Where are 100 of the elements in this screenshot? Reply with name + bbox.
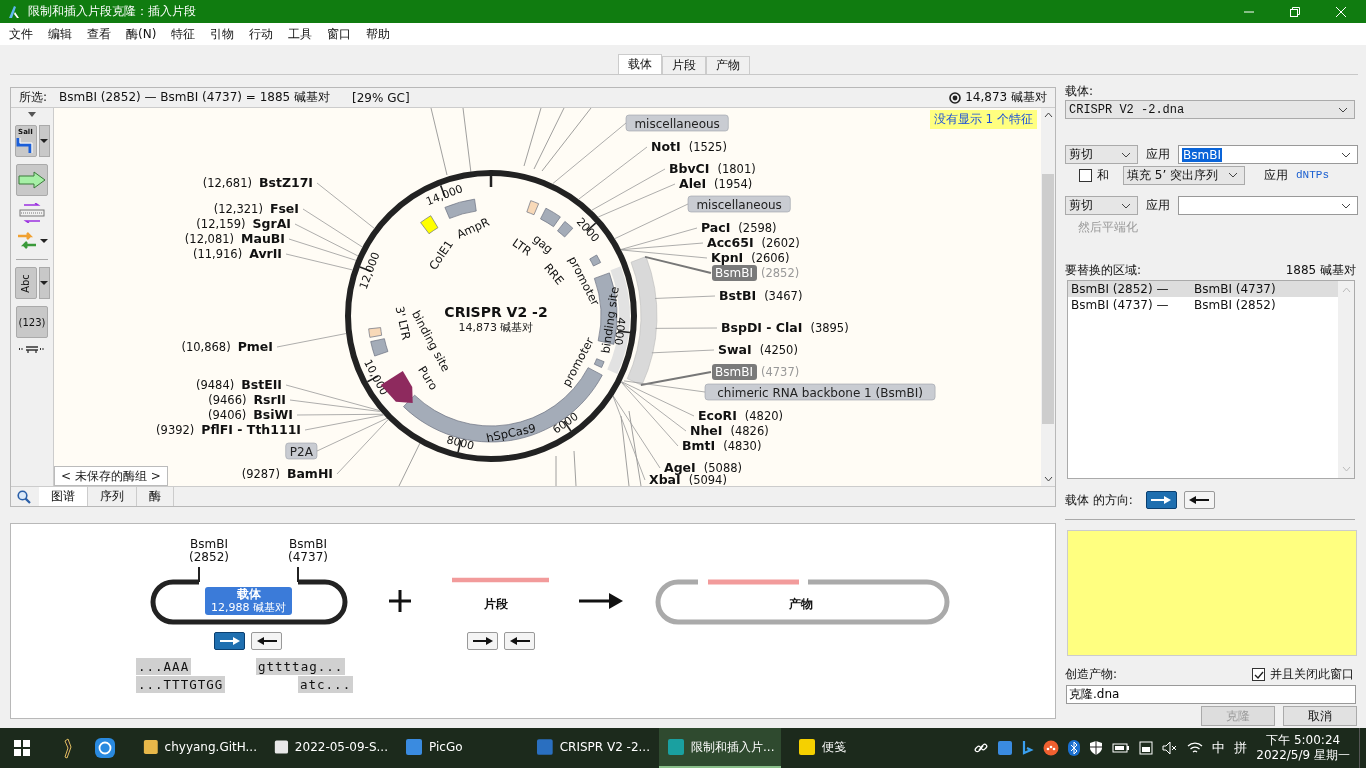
enzyme-label[interactable]: (12,159) SgrAI [196,216,291,231]
menu-item[interactable]: 行动 [249,25,274,43]
feature-label[interactable]: miscellaneous [687,195,791,213]
ime-mode[interactable]: 拼 [1234,739,1248,757]
enzyme-label[interactable]: BmtI (4830) [682,438,762,453]
close-icon[interactable] [1336,6,1346,17]
swap-strands-icon[interactable] [18,203,46,223]
tab[interactable]: 载体 [618,54,662,74]
action-dropdown[interactable]: 剪切 [1065,145,1138,164]
action-dropdown[interactable]: 剪切 [1065,196,1138,215]
dots-circle-icon[interactable] [1043,740,1060,756]
direction-button[interactable] [467,632,498,650]
enzyme-label[interactable]: (12,081) MauBI [184,231,285,246]
caret-icon[interactable] [27,112,37,118]
enzyme-label[interactable]: SwaI (4250) [718,342,798,357]
menu-item[interactable]: 酶(N) [126,25,157,43]
checkbox[interactable] [1252,668,1265,681]
caret-icon[interactable] [40,238,48,244]
enzyme-label[interactable]: BstBI (3467) [719,288,803,303]
menu-item[interactable]: 编辑 [48,25,72,43]
enzyme-label[interactable]: BspDI - ClaI (3895) [721,320,849,335]
menu-item[interactable]: 帮助 [366,25,391,43]
tab[interactable]: 片段 [662,56,706,74]
search-icon[interactable] [17,489,31,504]
menu-item[interactable]: 查看 [87,25,111,43]
feature-label[interactable]: chimeric RNA backbone 1 (BsmBI) [704,383,936,401]
enzyme-label[interactable]: (11,916) AvrII [192,246,282,261]
speaker-muted-icon[interactable] [1162,741,1179,755]
enzyme-label[interactable]: AleI (1954) [679,176,753,191]
dropdown-button[interactable] [38,125,50,157]
menu-item[interactable]: 窗口 [327,25,352,43]
filename-field[interactable]: 克隆.dna [1066,685,1356,704]
taskbar-app[interactable]: chyyang.GitH... [135,728,257,768]
direction-button[interactable] [1145,491,1177,509]
enzyme-label[interactable]: NotI (1525) [651,139,727,154]
enzyme-label[interactable]: (12,321) FseI [213,201,299,216]
feature[interactable]: gag [530,207,561,257]
chevron-down-icon[interactable] [1043,476,1053,482]
taskbar-app[interactable]: 限制和插入片... [659,728,781,768]
taskbar-app[interactable]: 便笺 [790,728,912,768]
menu-item[interactable]: 特征 [171,25,196,43]
numbers-tool-button[interactable]: (123) [16,306,48,338]
monitor-icon[interactable] [1139,741,1154,755]
dialog-button[interactable]: 取消 [1283,706,1357,726]
enzyme-label[interactable]: PacI (2598) [701,220,777,235]
view-tab[interactable]: 图谱 [39,487,88,506]
bluetooth-icon[interactable] [1068,740,1081,756]
menu-item[interactable]: 工具 [288,25,313,43]
taskbar-app[interactable]: PicGo [397,728,519,768]
tab[interactable]: 产物 [706,56,750,74]
region-row[interactable]: BsmBI (2852) — BsmBI (4737) [1068,281,1338,297]
enzyme-label[interactable]: (12,681) BstZ17I [202,175,313,190]
ime-language[interactable]: 中 [1212,739,1226,757]
enzyme-label[interactable]: (9466) RsrII [208,392,286,407]
text-tool-button[interactable]: Abc [14,267,37,299]
direction-button[interactable] [504,632,535,650]
enzyme-label[interactable]: (9392) PflFI - Tth111I [156,422,301,437]
enzyme-label[interactable]: (9406) BsiWI [208,407,293,422]
enzyme-label[interactable]: (10,868) PmeI [181,339,273,354]
line-style-icon[interactable] [18,345,46,353]
wifi-icon[interactable] [1187,741,1204,755]
direction-button[interactable] [214,632,245,650]
enzyme-combobox[interactable] [1178,196,1358,215]
clock[interactable]: 下午 5:00:24 2022/5/9 星期一 [1256,733,1350,763]
battery-icon[interactable] [1112,742,1131,754]
taskbar-app[interactable]: 2022-05-09-S... [266,728,388,768]
region-row[interactable]: BsmBI (4737) — BsmBI (2852) [1068,297,1338,313]
maximize-icon[interactable] [1290,6,1300,17]
menu-item[interactable]: 文件 [9,25,33,43]
feature-label[interactable]: P2A [285,442,318,460]
direction-button[interactable] [251,632,282,650]
enzyme-label[interactable]: NheI (4826) [690,423,769,438]
view-tab[interactable]: 序列 [88,487,137,506]
view-tab[interactable]: 酶 [137,487,174,506]
enzyme-label[interactable]: KpnI (2606) [711,250,790,265]
checkbox[interactable] [1079,168,1092,182]
hidden-features-notice[interactable]: 没有显示 1 个特征 [929,110,1037,129]
square-app-icon[interactable] [997,740,1014,756]
fill-dropdown[interactable]: 填充 5’ 突出序列 [1123,165,1245,185]
enzyme-combobox[interactable]: BsmBI [1178,145,1358,164]
scroll-thumb[interactable] [1042,174,1054,424]
windows-start-icon[interactable] [14,740,30,756]
b-logo-icon[interactable] [1022,740,1035,756]
enzyme-label[interactable]: (9287) BamHI [241,466,333,481]
enzyme-label[interactable]: EcoRI (4820) [698,408,784,423]
taskbar-app[interactable]: CRISPR V2 -2... [528,728,650,768]
enzyme-label[interactable]: AgeI (5088) [664,460,742,475]
enzyme-set-button[interactable]: < 未保存的酶组 > [54,466,168,486]
menu-item[interactable]: 引物 [210,25,235,43]
vector-dropdown[interactable]: CRISPR V2 -2.dna [1065,100,1355,119]
dropdown-button[interactable] [38,267,50,299]
enzyme-label[interactable]: (9484) BstEII [195,377,282,392]
dntps-link[interactable]: dNTPs [1296,169,1329,181]
link-icon[interactable] [974,741,989,755]
enzyme-label[interactable]: BbvCI (1801) [669,161,756,176]
feature-label[interactable]: miscellaneous [625,114,729,132]
chevron-up-icon[interactable] [1043,112,1053,118]
shield-icon[interactable] [1089,740,1104,756]
enzyme-label[interactable]: Acc65I (2602) [707,235,800,250]
direction-button[interactable] [1183,491,1215,509]
